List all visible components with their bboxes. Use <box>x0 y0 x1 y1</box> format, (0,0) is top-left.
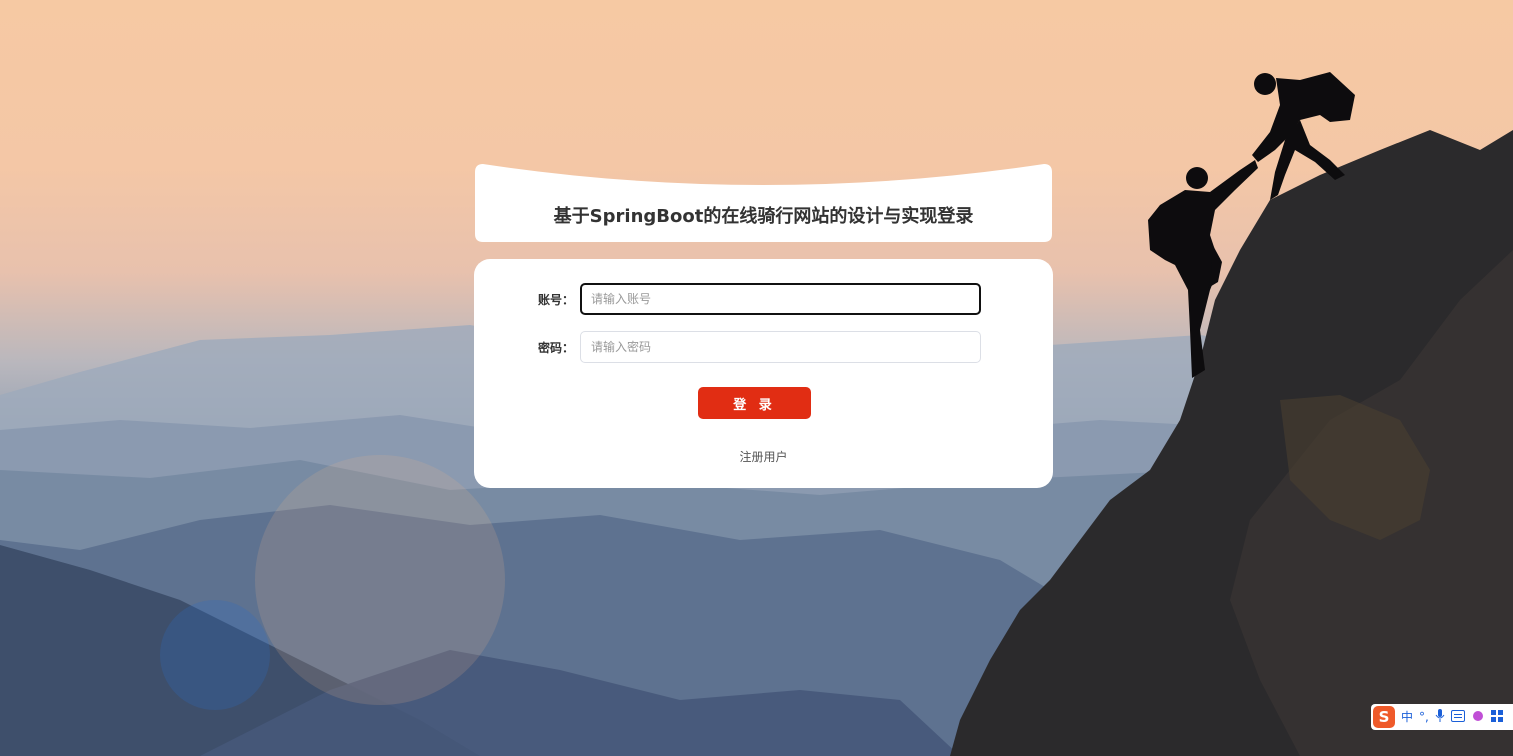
sogou-logo-icon[interactable]: S <box>1373 706 1395 728</box>
account-row: 账号： <box>474 283 981 315</box>
ime-punctuation-toggle[interactable]: °, <box>1419 711 1429 723</box>
skin-icon[interactable] <box>1471 710 1485 724</box>
page-title: 基于SpringBoot的在线骑行网站的设计与实现登录 <box>553 206 974 227</box>
title-card: 基于SpringBoot的在线骑行网站的设计与实现登录 <box>475 164 1052 242</box>
login-form: 账号： 密码： 登 录 注册用户 <box>474 259 1053 488</box>
password-input[interactable] <box>580 331 981 363</box>
login-button[interactable]: 登 录 <box>698 387 811 419</box>
keyboard-icon[interactable] <box>1450 710 1465 724</box>
account-input[interactable] <box>580 283 981 315</box>
account-label: 账号： <box>537 292 574 307</box>
toolbox-icon[interactable] <box>1490 710 1503 724</box>
ime-toolbar[interactable]: S 中 °, <box>1371 704 1513 730</box>
ime-language-toggle[interactable]: 中 <box>1401 711 1413 723</box>
microphone-icon[interactable] <box>1435 709 1445 725</box>
register-link[interactable]: 注册用户 <box>474 448 1053 465</box>
password-row: 密码： <box>474 331 981 363</box>
password-label: 密码： <box>537 340 574 355</box>
